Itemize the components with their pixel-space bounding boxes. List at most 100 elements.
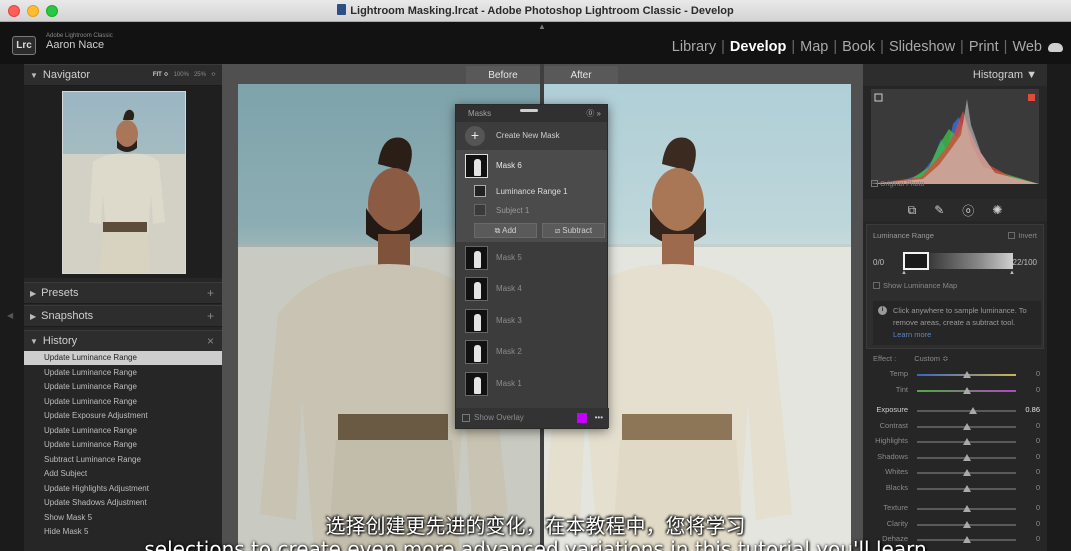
navigator-header[interactable]: ▼ Navigator FIT ≎ 100% 25% ≎: [24, 64, 222, 86]
presets-header[interactable]: ▶ Presets +: [24, 282, 222, 304]
slider-highlights[interactable]: Highlights 0: [866, 434, 1044, 450]
histogram-graph[interactable]: [871, 89, 1039, 184]
history-header[interactable]: ▼ History ×: [24, 330, 222, 352]
mask-item[interactable]: Mask 4: [456, 273, 607, 305]
module-slideshow[interactable]: Slideshow: [889, 39, 955, 55]
history-item[interactable]: Subtract Luminance Range: [24, 453, 222, 467]
slider-knob[interactable]: [962, 422, 971, 430]
masks-panel-header[interactable]: Masks ⓪ »: [456, 105, 607, 122]
slider-exposure[interactable]: Exposure 0.86: [866, 403, 1044, 419]
slider-knob[interactable]: [962, 438, 971, 445]
mask-component-luminance[interactable]: Luminance Range 1: [456, 181, 607, 201]
masks-panel[interactable]: Masks ⓪ » + Create New Mask Mask 6 Lumin…: [455, 104, 609, 429]
learn-more-link[interactable]: Learn more: [893, 330, 931, 339]
navigator-zoom-options[interactable]: FIT ≎ 100% 25% ≎: [153, 65, 216, 86]
history-item[interactable]: Update Exposure Adjustment: [24, 409, 222, 424]
slider-shadows[interactable]: Shadows 0: [866, 450, 1044, 466]
luminance-range-handle[interactable]: [903, 252, 929, 270]
navigator-preview-area[interactable]: [24, 86, 222, 278]
add-preset-icon[interactable]: +: [207, 283, 214, 304]
red-eye-tool-icon[interactable]: ⓞ: [962, 202, 974, 219]
effect-preset-dropdown[interactable]: Custom ≎: [914, 354, 948, 363]
help-icon[interactable]: ⓪: [586, 109, 594, 118]
mask-thumbnail: [465, 154, 488, 178]
collapse-top-panel-icon[interactable]: ▲: [538, 22, 546, 31]
histogram-header[interactable]: Histogram ▼: [863, 64, 1047, 86]
show-map-checkbox[interactable]: [873, 282, 880, 289]
history-item[interactable]: Update Luminance Range: [24, 351, 222, 366]
overlay-color-swatch[interactable]: [577, 413, 587, 423]
original-photo-toggle[interactable]: Original Photo: [871, 180, 924, 188]
slider-knob[interactable]: [962, 484, 971, 492]
create-new-mask-button[interactable]: + Create New Mask: [456, 122, 607, 150]
slider-knob[interactable]: [962, 469, 971, 476]
navigator-portrait-image: [63, 109, 185, 273]
crop-tool-icon[interactable]: ⧉: [908, 203, 917, 218]
subtract-mask-button[interactable]: ⧄ Subtract: [542, 222, 605, 238]
mask-item[interactable]: Mask 5: [456, 242, 607, 274]
cloud-sync-icon[interactable]: [1048, 42, 1063, 52]
history-item[interactable]: Update Luminance Range: [24, 424, 222, 438]
module-library[interactable]: Library: [672, 39, 716, 55]
right-panel-edge[interactable]: [1047, 64, 1071, 551]
history-item[interactable]: Add Subject: [24, 467, 222, 482]
range-start-marker[interactable]: ▲: [901, 270, 907, 276]
expand-triangle-icon: ▼: [1026, 69, 1037, 81]
module-map[interactable]: Map: [800, 39, 828, 55]
show-luminance-map-toggle[interactable]: Show Luminance Map: [873, 281, 957, 290]
history-item[interactable]: Update Luminance Range: [24, 366, 222, 380]
panel-grip-handle[interactable]: [520, 109, 538, 112]
plus-icon[interactable]: +: [465, 126, 485, 146]
mask-item[interactable]: Mask 1: [456, 368, 607, 400]
slider-knob[interactable]: [962, 453, 971, 461]
collapse-panel-icon[interactable]: »: [597, 109, 601, 118]
more-options-icon[interactable]: •••: [595, 408, 603, 428]
add-subtract-row: ⧉ Add ⧄ Subtract: [456, 219, 607, 242]
collapse-left-panel-icon[interactable]: ◀: [7, 311, 13, 320]
module-develop[interactable]: Develop: [730, 39, 786, 55]
healing-tool-icon[interactable]: ✎: [934, 203, 944, 217]
module-separator: |: [880, 39, 884, 55]
after-label: After: [544, 66, 618, 86]
module-separator: |: [960, 39, 964, 55]
mask-item[interactable]: Mask 3: [456, 305, 607, 337]
subtitle-chinese: 选择创建更先进的变化，在本教程中，您将学习: [325, 514, 746, 538]
show-overlay-checkbox[interactable]: [462, 414, 470, 422]
module-web[interactable]: Web: [1012, 39, 1042, 55]
slider-knob[interactable]: [962, 371, 971, 378]
mask-item-active[interactable]: Mask 6: [456, 150, 607, 182]
module-book[interactable]: Book: [842, 39, 875, 55]
slider-blacks[interactable]: Blacks 0: [866, 481, 1044, 497]
history-item[interactable]: Update Luminance Range: [24, 438, 222, 453]
mask-component-subject[interactable]: Subject 1: [456, 200, 607, 220]
history-item[interactable]: Update Highlights Adjustment: [24, 482, 222, 496]
add-mask-button[interactable]: ⧉ Add: [474, 222, 537, 238]
collapsed-triangle-icon: ▶: [30, 289, 37, 298]
mask-item[interactable]: Mask 2: [456, 336, 607, 368]
slider-track[interactable]: [917, 410, 1016, 412]
snapshots-header[interactable]: ▶ Snapshots +: [24, 305, 222, 327]
slider-temp[interactable]: Temp 0: [866, 367, 1044, 383]
invert-checkbox[interactable]: [1008, 232, 1016, 239]
info-icon: i: [878, 306, 887, 315]
tool-strip: ⧉ ✎ ⓞ ✺: [863, 199, 1047, 221]
slider-knob[interactable]: [969, 407, 978, 414]
history-item[interactable]: Update Shadows Adjustment: [24, 496, 222, 511]
slider-knob[interactable]: [962, 386, 971, 394]
range-end-marker[interactable]: ▲: [1009, 270, 1015, 276]
invert-toggle[interactable]: Invert: [1008, 231, 1037, 240]
slider-whites[interactable]: Whites 0: [866, 465, 1044, 481]
effect-header[interactable]: Effect : Custom ≎: [866, 351, 1044, 367]
left-panel-edge[interactable]: ◀: [0, 64, 24, 551]
masking-tool-icon[interactable]: ✺: [992, 203, 1002, 217]
add-snapshot-icon[interactable]: +: [207, 306, 214, 327]
slider-contrast[interactable]: Contrast 0: [866, 419, 1044, 435]
navigator-thumbnail[interactable]: [62, 91, 186, 274]
history-item[interactable]: Update Luminance Range: [24, 395, 222, 409]
slider-tint[interactable]: Tint 0: [866, 383, 1044, 399]
luminance-range-icon: [474, 184, 486, 197]
clear-history-icon[interactable]: ×: [207, 331, 214, 352]
original-photo-checkbox[interactable]: [871, 180, 878, 187]
module-print[interactable]: Print: [969, 39, 999, 55]
history-item[interactable]: Update Luminance Range: [24, 380, 222, 395]
